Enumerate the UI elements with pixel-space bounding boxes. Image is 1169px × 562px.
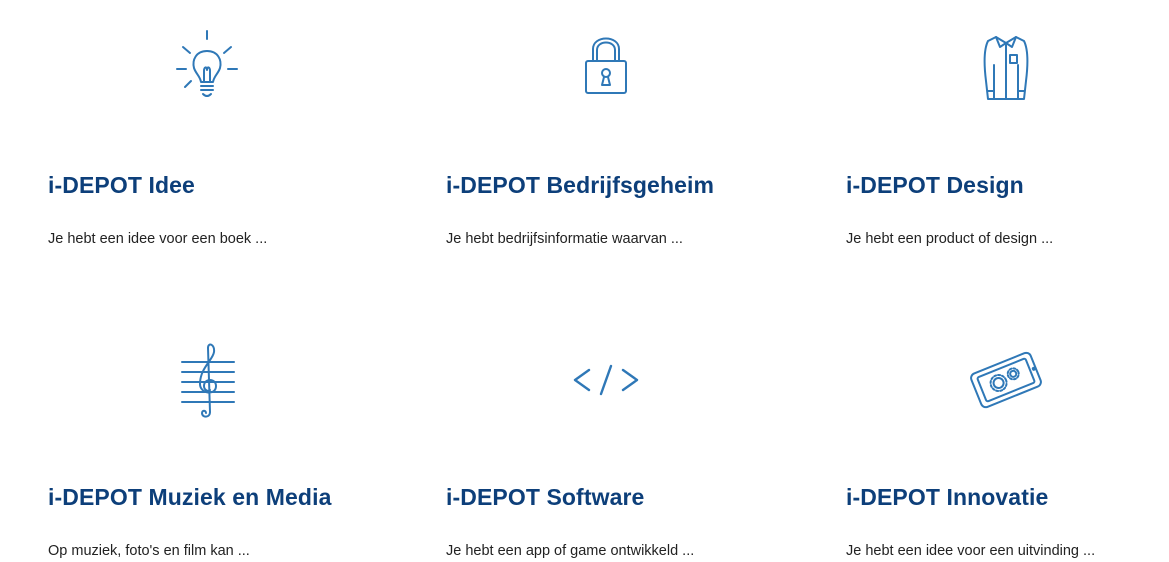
card-description: Op muziek, foto's en film kan ...	[48, 543, 250, 559]
card-title[interactable]: i-DEPOT Innovatie	[846, 484, 1048, 511]
card-title[interactable]: i-DEPOT Muziek en Media	[48, 484, 331, 511]
padlock-icon	[496, 15, 716, 115]
card-idepot-innovatie[interactable]: i-DEPOT Innovatie Je hebt een idee voor …	[846, 310, 1169, 562]
card-idepot-muziek-en-media[interactable]: i-DEPOT Muziek en Media Op muziek, foto'…	[48, 310, 408, 562]
card-idepot-bedrijfsgeheim[interactable]: i-DEPOT Bedrijfsgeheim Je hebt bedrijfsi…	[446, 0, 806, 260]
card-title[interactable]: i-DEPOT Idee	[48, 172, 195, 199]
card-description: Je hebt een product of design ...	[846, 231, 1054, 247]
card-description: Je hebt een app of game ontwikkeld ...	[446, 543, 695, 559]
card-idepot-software[interactable]: i-DEPOT Software Je hebt een app of game…	[446, 310, 806, 562]
card-title[interactable]: i-DEPOT Design	[846, 172, 1024, 199]
idepot-product-grid: i-DEPOT Idee Je hebt een idee voor een b…	[0, 0, 1169, 562]
card-description: Je hebt bedrijfsinformatie waarvan ...	[446, 231, 683, 247]
card-title[interactable]: i-DEPOT Bedrijfsgeheim	[446, 172, 714, 199]
card-title[interactable]: i-DEPOT Software	[446, 484, 644, 511]
lightbulb-icon	[98, 15, 318, 115]
card-idepot-idee[interactable]: i-DEPOT Idee Je hebt een idee voor een b…	[48, 0, 408, 260]
treble-clef-icon	[98, 330, 318, 430]
card-description: Je hebt een idee voor een uitvinding ...	[846, 543, 1096, 559]
code-tag-icon	[496, 330, 716, 430]
tablet-gears-icon	[896, 330, 1116, 430]
card-idepot-design[interactable]: i-DEPOT Design Je hebt een product of de…	[846, 0, 1169, 260]
shirt-icon	[896, 15, 1116, 115]
card-description: Je hebt een idee voor een boek ...	[48, 231, 268, 247]
